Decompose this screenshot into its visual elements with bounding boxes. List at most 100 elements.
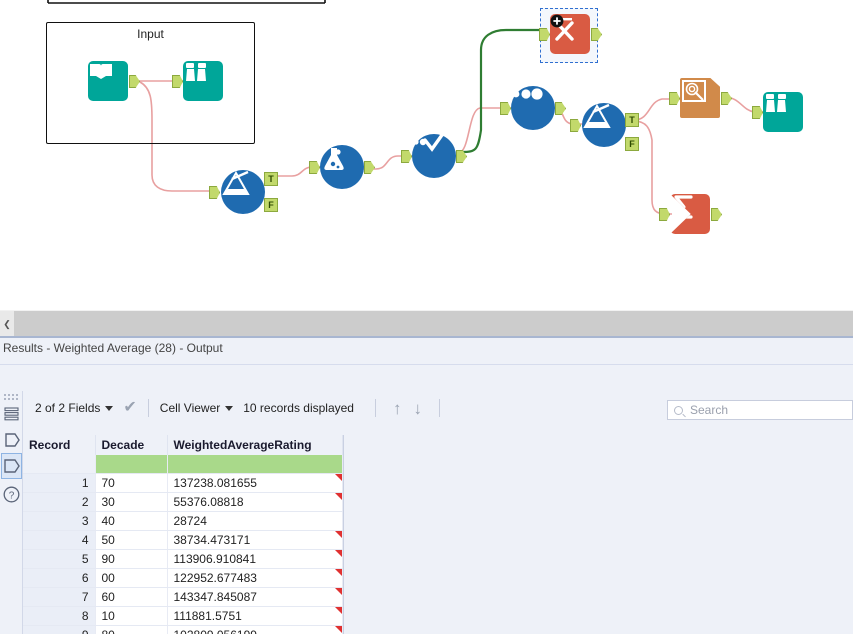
filter-tool[interactable]: T F	[209, 170, 278, 214]
table-header-row: Record Decade WeightedAverageRating	[23, 435, 343, 455]
data-cleansing-icon-box	[412, 134, 456, 178]
cell-weightedaveragerating[interactable]: 102809.056199	[167, 625, 343, 634]
cell-decade[interactable]: 50	[95, 530, 168, 550]
workflow-canvas[interactable]: Input T F T F	[0, 0, 853, 310]
sidebar-input-icon[interactable]	[1, 427, 22, 453]
filter-icon	[222, 170, 250, 195]
cell-decade[interactable]: 40	[95, 511, 168, 531]
table-row[interactable]: 4 50 38734.473171	[23, 530, 343, 550]
filter-icon-box	[221, 170, 265, 214]
nav-up-button[interactable]: ↑	[387, 400, 408, 417]
drag-grip-icon[interactable]	[3, 393, 20, 400]
cell-weightedaveragerating[interactable]: 55376.08818	[167, 492, 343, 512]
table-row[interactable]: 6 00 122952.677483	[23, 568, 343, 588]
column-header-weightedaveragerating[interactable]: WeightedAverageRating	[167, 435, 343, 455]
cell-record[interactable]: 8	[23, 606, 96, 626]
weighted-average-tool[interactable]	[539, 14, 602, 54]
splitter-bar[interactable]	[14, 311, 853, 337]
truncation-indicator-icon	[335, 492, 342, 500]
filter-true-port[interactable]: T	[264, 172, 278, 186]
summarize-icon-box	[670, 194, 710, 234]
table-row[interactable]: 2 30 55376.08818	[23, 492, 343, 512]
summarize-tool[interactable]	[659, 194, 722, 234]
browse-tool[interactable]	[172, 61, 223, 101]
truncation-indicator-icon	[335, 606, 342, 614]
table-row[interactable]: 7 60 143347.845087	[23, 587, 343, 607]
cell-record[interactable]: 2	[23, 492, 96, 512]
search-input[interactable]	[688, 402, 843, 418]
browse-2-icon-box	[763, 92, 803, 132]
truncation-indicator-icon	[335, 549, 342, 557]
filter-false-port[interactable]: F	[625, 137, 639, 151]
cell-record[interactable]: 9	[23, 625, 96, 634]
cell-weightedaveragerating[interactable]: 143347.845087	[167, 587, 343, 607]
cell-record[interactable]: 7	[23, 587, 96, 607]
truncation-indicator-icon	[335, 530, 342, 538]
input-data-tool[interactable]	[88, 61, 140, 101]
collapse-chevron-icon[interactable]: ❮	[0, 311, 14, 337]
cell-decade[interactable]: 70	[95, 473, 168, 493]
list-icon	[4, 407, 19, 421]
table-row[interactable]: 3 40 28724	[23, 511, 343, 531]
results-sidebar: ?	[0, 391, 23, 634]
filter-true-port[interactable]: T	[625, 113, 639, 127]
input-data-icon-box	[88, 61, 128, 101]
cell-record[interactable]: 4	[23, 530, 96, 550]
browse-tool-2[interactable]	[752, 92, 803, 132]
column-header-decade[interactable]: Decade	[95, 435, 168, 455]
cell-weightedaveragerating[interactable]: 122952.677483	[167, 568, 343, 588]
select-tool[interactable]	[500, 86, 566, 130]
fields-dropdown[interactable]: 2 of 2 Fields	[35, 401, 114, 415]
cell-decade[interactable]: 90	[95, 549, 168, 569]
sigma-icon	[674, 195, 693, 219]
table-row[interactable]: 980102809.056199	[23, 625, 343, 634]
binoculars-icon	[766, 94, 786, 112]
cell-decade[interactable]: 00	[95, 568, 168, 588]
add-badge-icon	[550, 14, 564, 28]
filter-false-port[interactable]: F	[264, 198, 278, 212]
cell-record[interactable]: 1	[23, 473, 96, 493]
underline-value	[167, 455, 343, 474]
cell-weightedaveragerating[interactable]: 137238.081655	[167, 473, 343, 493]
cell-weightedaveragerating[interactable]: 113906.910841	[167, 549, 343, 569]
results-grid[interactable]: Record Decade WeightedAverageRating 1 70 1…	[23, 435, 343, 634]
data-cleansing-tool[interactable]	[401, 134, 467, 178]
sidebar-output-icon[interactable]	[1, 453, 22, 479]
help-icon: ?	[3, 486, 20, 502]
report-tool[interactable]	[669, 78, 732, 118]
cell-weightedaveragerating[interactable]: 111881.5751	[167, 606, 343, 626]
formula-tool[interactable]	[309, 145, 375, 189]
viewer-dropdown[interactable]: Cell Viewer	[159, 401, 234, 415]
cell-record[interactable]: 5	[23, 549, 96, 569]
viewer-label: Cell Viewer	[159, 401, 221, 415]
results-pane: Results - Weighted Average (28) - Output	[0, 338, 853, 634]
column-header-record[interactable]: Record	[23, 435, 96, 455]
cell-record[interactable]: 3	[23, 511, 96, 531]
input-arrow-icon	[4, 433, 20, 447]
checkmark-sweep-icon	[413, 134, 444, 152]
cell-decade[interactable]: 30	[95, 492, 168, 512]
sidebar-messages-icon[interactable]	[1, 401, 22, 427]
cell-weightedaveragerating[interactable]: 28724	[167, 511, 343, 531]
truncation-indicator-icon	[335, 568, 342, 576]
table-row[interactable]: 1 70 137238.081655	[23, 473, 343, 493]
tool-container-input[interactable]: Input	[46, 22, 255, 144]
search-box[interactable]	[667, 400, 853, 420]
pane-splitter[interactable]: ❮	[0, 310, 853, 337]
sidebar-help-icon[interactable]: ?	[1, 481, 22, 507]
cell-record[interactable]: 6	[23, 568, 96, 588]
binoculars-icon	[186, 63, 206, 81]
cell-weightedaveragerating[interactable]: 38734.473171	[167, 530, 343, 550]
table-row[interactable]: 5 90 113906.910841	[23, 549, 343, 569]
truncation-indicator-icon	[335, 473, 342, 481]
apply-check-icon[interactable]: ✔	[123, 400, 136, 416]
cell-decade[interactable]: 80	[95, 625, 168, 634]
nav-down-button[interactable]: ↓	[407, 400, 428, 417]
cell-decade[interactable]: 10	[95, 606, 168, 626]
cell-decade[interactable]: 60	[95, 587, 168, 607]
filter-tool-2[interactable]: T F	[570, 103, 639, 151]
records-count: 10 records displayed	[243, 401, 354, 415]
table-row[interactable]: 8 10 111881.5751	[23, 606, 343, 626]
toolbar-divider	[147, 399, 149, 417]
underline-decade	[95, 455, 168, 474]
